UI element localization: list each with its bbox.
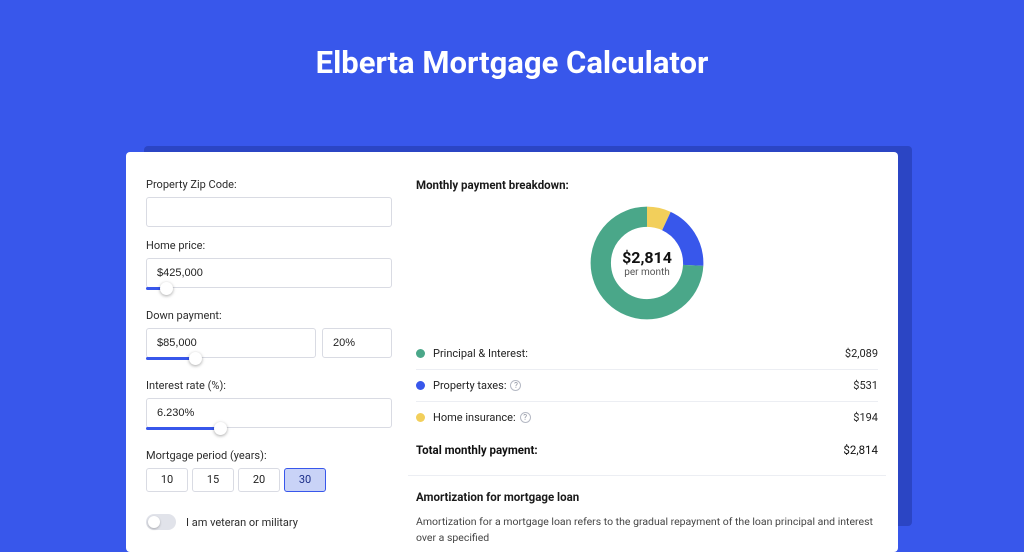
page-title: Elberta Mortgage Calculator — [0, 0, 1024, 105]
rate-label: Interest rate (%): — [146, 379, 392, 392]
legend-dot-icon — [416, 349, 425, 358]
period-options: 10152030 — [146, 468, 392, 492]
home-price-slider[interactable] — [146, 287, 392, 297]
breakdown-title: Monthly payment breakdown: — [416, 178, 878, 192]
rate-slider[interactable] — [146, 427, 392, 437]
period-option-20[interactable]: 20 — [238, 468, 280, 492]
help-icon[interactable]: ? — [510, 380, 521, 391]
slider-thumb-icon[interactable] — [214, 422, 227, 435]
total-label: Total monthly payment: — [416, 443, 843, 457]
veteran-toggle[interactable] — [146, 514, 176, 530]
legend-label: Property taxes:? — [433, 379, 853, 392]
amortization-text: Amortization for a mortgage loan refers … — [416, 514, 878, 546]
home-price-input[interactable] — [146, 258, 392, 288]
legend-dot-icon — [416, 381, 425, 390]
slider-thumb-icon[interactable] — [160, 282, 173, 295]
total-row: Total monthly payment: $2,814 — [416, 433, 878, 463]
amortization-title: Amortization for mortgage loan — [416, 490, 878, 504]
period-option-30[interactable]: 30 — [284, 468, 326, 492]
rate-input[interactable] — [146, 398, 392, 428]
donut-center-sub: per month — [622, 267, 672, 278]
total-value: $2,814 — [843, 443, 878, 457]
divider — [408, 475, 886, 476]
donut-center-amount: $2,814 — [622, 248, 672, 267]
legend-label: Home insurance:? — [433, 411, 853, 424]
zip-label: Property Zip Code: — [146, 178, 392, 191]
breakdown-legend: Principal & Interest:$2,089Property taxe… — [416, 338, 878, 433]
legend-row: Home insurance:?$194 — [416, 402, 878, 433]
down-payment-slider[interactable] — [146, 357, 392, 367]
period-option-15[interactable]: 15 — [192, 468, 234, 492]
inputs-column: Property Zip Code: Home price: Down paym… — [146, 178, 392, 532]
legend-row: Property taxes:?$531 — [416, 370, 878, 402]
slider-thumb-icon[interactable] — [189, 352, 202, 365]
legend-row: Principal & Interest:$2,089 — [416, 338, 878, 370]
zip-input[interactable] — [146, 197, 392, 227]
home-price-label: Home price: — [146, 239, 392, 252]
period-label: Mortgage period (years): — [146, 449, 392, 462]
calculator-card: Property Zip Code: Home price: Down paym… — [126, 152, 898, 552]
legend-label: Principal & Interest: — [433, 347, 845, 360]
veteran-label: I am veteran or military — [186, 516, 298, 529]
legend-dot-icon — [416, 413, 425, 422]
payment-donut-chart: $2,814 per month — [586, 202, 708, 324]
down-payment-label: Down payment: — [146, 309, 392, 322]
help-icon[interactable]: ? — [520, 412, 531, 423]
down-payment-input[interactable] — [146, 328, 316, 358]
period-option-10[interactable]: 10 — [146, 468, 188, 492]
legend-value: $531 — [853, 379, 878, 392]
legend-value: $194 — [853, 411, 878, 424]
breakdown-column: Monthly payment breakdown: $2,814 per mo… — [416, 178, 878, 532]
legend-value: $2,089 — [845, 347, 878, 360]
down-payment-pct-input[interactable] — [322, 328, 392, 358]
